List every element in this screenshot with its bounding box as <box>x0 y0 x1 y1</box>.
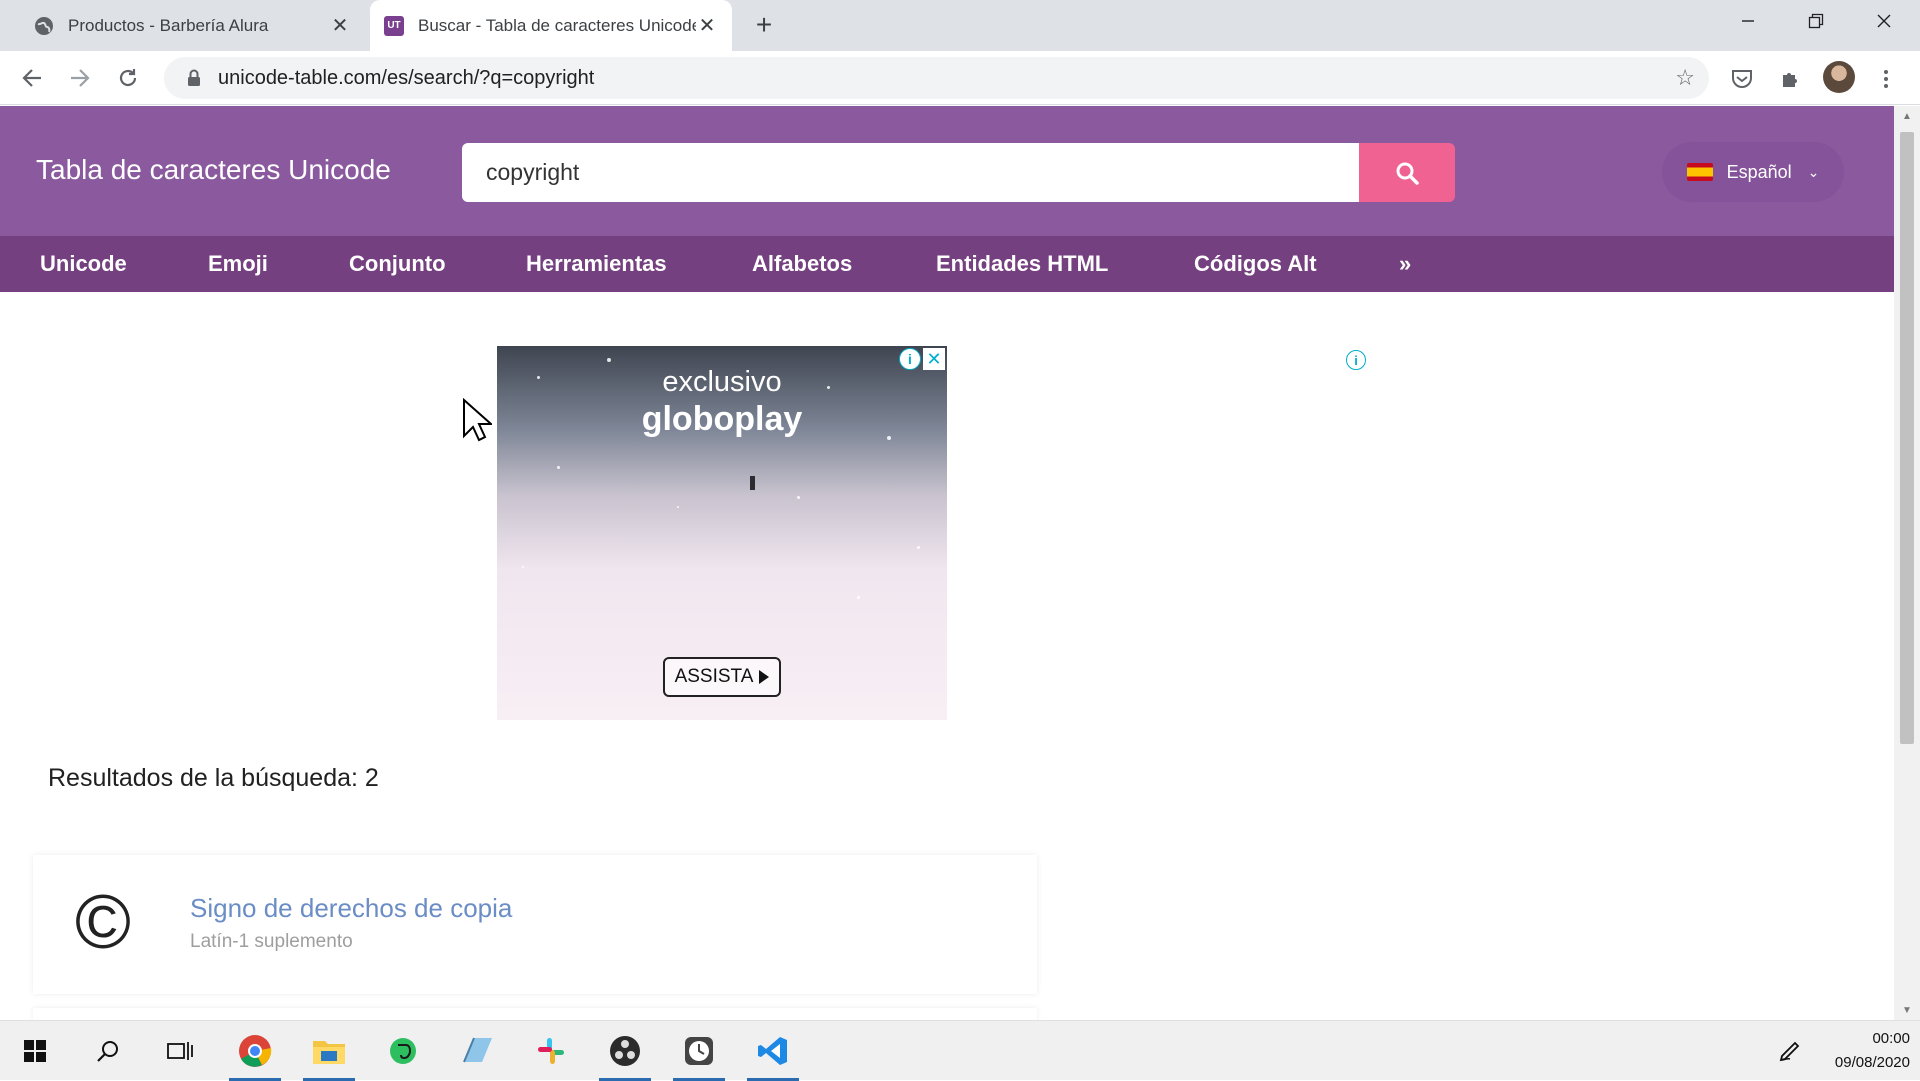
close-tab-icon[interactable]: ✕ <box>329 15 351 37</box>
ad-info-icon[interactable]: i <box>1346 350 1366 370</box>
unicode-table-favicon-icon: UT <box>384 15 404 36</box>
clock-date: 09/08/2020 <box>1834 1054 1910 1071</box>
obs-icon[interactable] <box>595 1021 655 1081</box>
ad-info-icon[interactable]: i <box>899 348 921 370</box>
vscode-icon[interactable] <box>743 1021 803 1081</box>
ad-cta-button[interactable]: ASSISTA <box>663 657 781 697</box>
search-icon[interactable] <box>78 1021 138 1081</box>
clock-time: 00:00 <box>1872 1030 1910 1047</box>
ad-headline: exclusivo <box>662 366 782 398</box>
reload-button[interactable] <box>111 61 145 95</box>
advertisement[interactable]: exclusivo globoplay ASSISTA i ✕ <box>497 346 947 720</box>
back-button[interactable] <box>15 61 49 95</box>
forward-button[interactable] <box>63 61 97 95</box>
url-text: unicode-table.com/es/search/?q=copyright <box>218 66 595 89</box>
search-button[interactable] <box>1359 143 1455 202</box>
nav-conjunto[interactable]: Conjunto <box>349 236 446 292</box>
file-explorer-icon[interactable] <box>299 1021 359 1081</box>
clock-app-icon[interactable] <box>669 1021 729 1081</box>
nav-more[interactable]: » <box>1399 236 1411 292</box>
ad-figure <box>750 476 755 490</box>
scrollbar-thumb[interactable] <box>1900 132 1914 744</box>
minimize-button[interactable] <box>1714 0 1782 42</box>
result-item[interactable]: © Signo de derechos de copia Latín-1 sup… <box>33 855 1037 994</box>
nav-unicode[interactable]: Unicode <box>40 236 127 292</box>
nav-herramientas[interactable]: Herramientas <box>526 236 667 292</box>
chrome-icon[interactable] <box>225 1021 285 1081</box>
windows-start-icon[interactable] <box>5 1021 65 1081</box>
extensions-puzzle-icon[interactable] <box>1775 64 1805 94</box>
close-window-button[interactable] <box>1850 0 1918 42</box>
language-label: Español <box>1726 161 1792 182</box>
windows-taskbar: 00:00 09/08/2020 <box>0 1020 1920 1081</box>
pen-icon[interactable] <box>1760 1021 1820 1081</box>
search-icon <box>1396 162 1419 185</box>
results-heading: Resultados de la búsqueda: 2 <box>48 764 379 792</box>
result-block: Latín-1 suplemento <box>190 931 353 952</box>
restore-button[interactable] <box>1782 0 1850 42</box>
nav-emoji[interactable]: Emoji <box>208 236 268 292</box>
ad-close-icon[interactable]: ✕ <box>923 348 945 370</box>
spain-flag-icon <box>1686 163 1713 181</box>
browser-tab-strip: Productos - Barbería Alura ✕ UT Buscar -… <box>0 0 1920 51</box>
tab-title: Buscar - Tabla de caracteres Unicode <box>418 15 696 35</box>
site-nav: Unicode Emoji Conjunto Herramientas Alfa… <box>0 236 1894 292</box>
mouse-cursor-icon <box>462 397 494 447</box>
ad-brand: globoplay <box>641 400 803 438</box>
system-clock[interactable]: 00:00 09/08/2020 <box>1835 1027 1910 1075</box>
globe-icon <box>34 16 54 36</box>
page-scrollbar[interactable]: ▲ ▼ <box>1894 106 1920 1020</box>
result-name-link[interactable]: Signo de derechos de copia <box>190 893 512 924</box>
play-icon <box>759 670 770 684</box>
tab-title: Productos - Barbería Alura <box>68 15 269 35</box>
task-view-icon[interactable] <box>150 1021 210 1081</box>
address-bar[interactable]: unicode-table.com/es/search/?q=copyright… <box>164 57 1709 99</box>
chevron-down-icon: ⌄ <box>1807 163 1820 180</box>
bookmark-star-icon[interactable]: ☆ <box>1675 65 1695 91</box>
nav-entidades-html[interactable]: Entidades HTML <box>936 236 1108 292</box>
lock-icon[interactable] <box>174 69 214 87</box>
result-glyph[interactable]: © <box>75 885 131 961</box>
scroll-up-icon[interactable]: ▲ <box>1894 106 1920 126</box>
browser-toolbar: unicode-table.com/es/search/?q=copyright… <box>0 51 1920 105</box>
slack-icon[interactable] <box>521 1021 581 1081</box>
evernote-icon[interactable] <box>373 1021 433 1081</box>
language-selector[interactable]: Español ⌄ <box>1662 142 1844 202</box>
tab-productos[interactable]: Productos - Barbería Alura ✕ <box>20 0 365 51</box>
notes-app-icon[interactable] <box>447 1021 507 1081</box>
pocket-icon[interactable] <box>1727 64 1757 94</box>
profile-avatar[interactable] <box>1823 61 1855 93</box>
ad-cta-label: ASSISTA <box>674 666 754 687</box>
site-title[interactable]: Tabla de caracteres Unicode <box>36 154 391 186</box>
search-input[interactable]: copyright <box>462 143 1359 202</box>
close-tab-icon[interactable]: ✕ <box>696 15 718 37</box>
new-tab-button[interactable]: + <box>748 9 780 41</box>
result-item[interactable] <box>33 1008 1037 1020</box>
nav-alfabetos[interactable]: Alfabetos <box>752 236 852 292</box>
scroll-down-icon[interactable]: ▼ <box>1894 1000 1920 1020</box>
browser-menu-icon[interactable] <box>1871 64 1901 94</box>
site-header: Tabla de caracteres Unicode copyright Es… <box>0 106 1894 236</box>
nav-codigos-alt[interactable]: Códigos Alt <box>1194 236 1317 292</box>
tab-unicode-search[interactable]: UT Buscar - Tabla de caracteres Unicode … <box>370 0 732 51</box>
